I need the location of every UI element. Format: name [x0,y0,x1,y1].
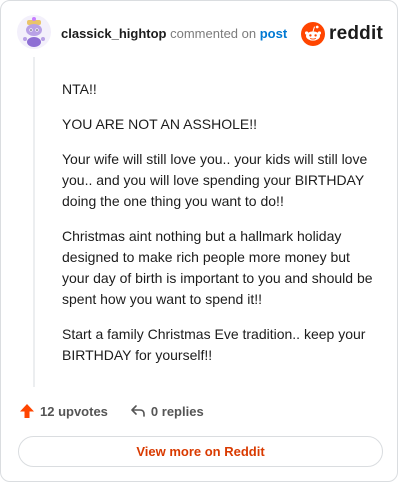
avatar-icon[interactable] [17,15,51,49]
reddit-wordmark: reddit [329,23,383,44]
comment-paragraph: Christmas aint nothing but a hallmark ho… [62,228,373,307]
replies-button[interactable]: 0 replies [130,403,204,419]
reddit-logo-icon [301,22,326,46]
reply-arrow-icon [131,405,145,417]
comment-paragraph: NTA!! [62,81,97,97]
comment-meta: classick_hightop commented on post [61,26,287,42]
comment-paragraph: YOU ARE NOT AN ASSHOLE!! [62,116,258,132]
upvote-arrow-icon [20,404,34,418]
comment-header: classick_hightop commented on post reddi… [17,15,383,51]
view-more-button[interactable]: View more on Reddit [18,436,383,467]
comment-actions: 12 upvotes 0 replies [19,401,204,421]
reddit-comment-embed: classick_hightop commented on post reddi… [0,0,398,482]
post-link[interactable]: post [260,26,287,41]
comment-paragraph: Your wife will still love you.. your kid… [62,151,368,209]
thread-line [33,57,35,387]
reddit-brand[interactable]: reddit [301,21,383,47]
upvote-count: 12 upvotes [40,403,108,419]
upvote-button[interactable]: 12 upvotes [19,403,108,419]
action-text: commented on [170,26,257,41]
username-link[interactable]: classick_hightop [61,26,166,41]
comment-body: NTA!! YOU ARE NOT AN ASSHOLE!! Your wife… [62,79,380,380]
reply-count: 0 replies [150,403,204,419]
comment-paragraph: Start a family Christmas Eve tradition..… [62,326,366,363]
